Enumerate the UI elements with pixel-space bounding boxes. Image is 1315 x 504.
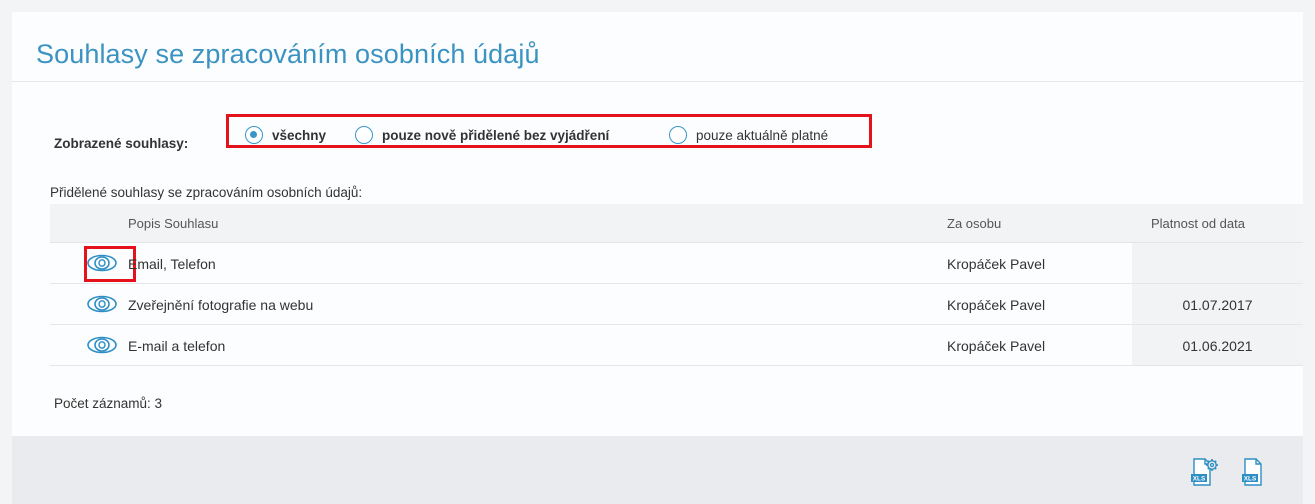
column-header-person[interactable]: Za osobu: [947, 216, 1001, 231]
radio-all-label: všechny: [272, 127, 327, 143]
row-person: Kropáček Pavel: [947, 256, 1046, 272]
date-cell-background: [1132, 243, 1303, 283]
title-divider: [12, 81, 1303, 82]
filter-radio-group: všechny pouze nově přidělené bez vyjádře…: [226, 114, 872, 148]
table-row[interactable]: Email, Telefon Kropáček Pavel: [50, 243, 1303, 284]
xls-export-label: XLS: [1244, 476, 1257, 483]
radio-new-unanswered-indicator[interactable]: [355, 126, 373, 144]
row-description: Email, Telefon: [128, 256, 216, 272]
consents-table: Popis Souhlasu Za osobu Platnost od data…: [50, 204, 1303, 366]
row-valid-from: 01.06.2021: [1182, 338, 1253, 354]
record-count: Počet záznamů: 3: [54, 396, 163, 411]
page-title: Souhlasy se zpracováním osobních údajů: [36, 39, 540, 69]
xls-export-settings-label: XLS: [1193, 476, 1206, 483]
eye-icon[interactable]: [83, 293, 121, 315]
radio-new-unanswered[interactable]: pouze nově přidělené bez vyjádření: [355, 125, 609, 145]
row-person: Kropáček Pavel: [947, 297, 1046, 313]
row-person: Kropáček Pavel: [947, 338, 1046, 354]
grid-caption: Přidělené souhlasy se zpracováním osobní…: [50, 185, 363, 200]
column-header-description[interactable]: Popis Souhlasu: [128, 216, 218, 231]
xls-export-icon[interactable]: XLS: [1238, 456, 1268, 488]
xls-export-settings-icon[interactable]: XLS: [1188, 456, 1222, 488]
row-description: Zveřejnění fotografie na webu: [128, 297, 314, 313]
eye-icon[interactable]: [83, 252, 121, 274]
radio-all-indicator[interactable]: [245, 126, 263, 144]
table-header: Popis Souhlasu Za osobu Platnost od data: [50, 204, 1303, 243]
radio-currently-valid-label: pouze aktuálně platné: [696, 127, 829, 143]
row-description: E-mail a telefon: [128, 338, 226, 354]
column-header-valid-from[interactable]: Platnost od data: [1151, 216, 1245, 231]
table-row[interactable]: E-mail a telefon Kropáček Pavel 01.06.20…: [50, 325, 1303, 366]
radio-new-unanswered-label: pouze nově přidělené bez vyjádření: [382, 127, 610, 143]
table-row[interactable]: Zveřejnění fotografie na webu Kropáček P…: [50, 284, 1303, 325]
radio-all[interactable]: všechny: [245, 125, 326, 145]
row-valid-from: 01.07.2017: [1182, 297, 1253, 313]
consents-panel: Souhlasy se zpracováním osobních údajů Z…: [12, 12, 1303, 436]
radio-currently-valid[interactable]: pouze aktuálně platné: [669, 125, 828, 145]
radio-currently-valid-indicator[interactable]: [669, 126, 687, 144]
eye-icon[interactable]: [83, 334, 121, 356]
filter-label: Zobrazené souhlasy:: [54, 136, 189, 151]
footer-toolbar: XLS XLS: [12, 436, 1303, 504]
